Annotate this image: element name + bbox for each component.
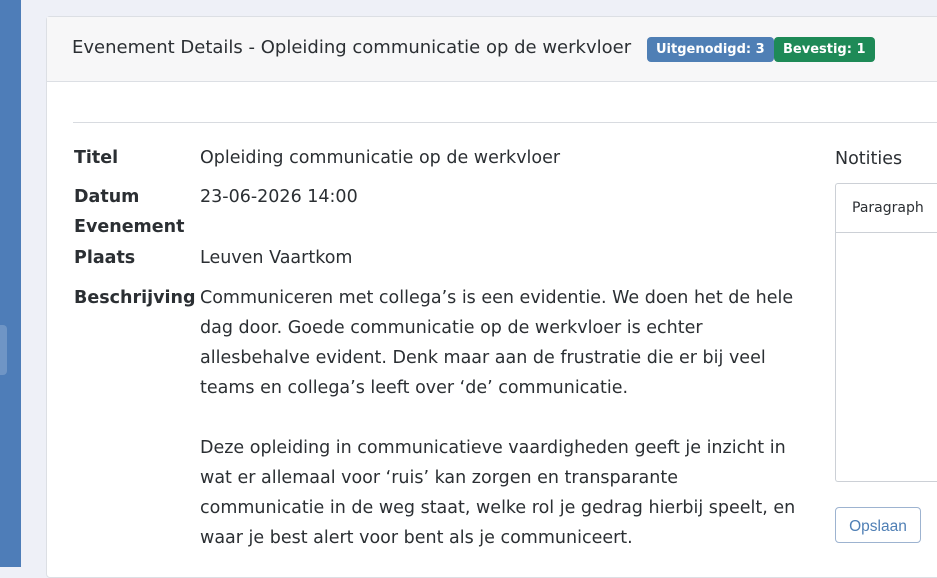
title-label: Titel xyxy=(74,148,119,168)
card-header: Evenement Details - Opleiding communicat… xyxy=(47,17,937,82)
editor-toolbar: Paragraph xyxy=(836,184,937,233)
date-label: Datum xyxy=(74,187,140,207)
description-line: Deze opleiding in communicatieve vaardig… xyxy=(200,438,786,458)
description-line: allesbehalve evident. Denk maar aan de f… xyxy=(200,348,766,368)
page-title: Evenement Details - Opleiding communicat… xyxy=(72,37,632,58)
description-text: Communiceren met collega’s is een eviden… xyxy=(200,283,810,553)
description-line: teams en collega’s leeft over ‘de’ commu… xyxy=(200,378,629,398)
divider xyxy=(73,122,937,123)
sidebar-toggle-handle[interactable] xyxy=(0,325,7,375)
description-line: communicatie in de weg staat, welke rol … xyxy=(200,498,796,518)
description-line: dag door. Goede communicatie op de werkv… xyxy=(200,318,703,338)
save-button[interactable]: Opslaan xyxy=(835,507,921,543)
title-value: Opleiding communicatie op de werkvloer xyxy=(200,148,561,168)
description-line: Communiceren met collega’s is een eviden… xyxy=(200,288,794,308)
description-label: Beschrijving xyxy=(74,288,196,308)
notes-label: Notities xyxy=(835,149,903,169)
notes-editor[interactable]: Paragraph xyxy=(835,183,937,482)
event-details-card: Evenement Details - Opleiding communicat… xyxy=(46,16,937,578)
paragraph-format-select[interactable]: Paragraph xyxy=(852,199,924,217)
place-value: Leuven Vaartkom xyxy=(200,248,353,268)
place-label: Plaats xyxy=(74,248,136,268)
description-line: waar je best alert voor bent als je comm… xyxy=(200,528,633,548)
sidebar xyxy=(0,0,21,567)
description-line: wat er allemaal voor ‘ruis’ kan zorgen e… xyxy=(200,468,678,488)
invited-count-badge: Uitgenodigd: 3 xyxy=(647,37,774,62)
date-value: 23-06-2026 14:00 xyxy=(200,187,358,207)
confirmed-count-badge: Bevestig: 1 xyxy=(774,37,875,62)
date-label-continued: Evenement xyxy=(74,217,185,237)
